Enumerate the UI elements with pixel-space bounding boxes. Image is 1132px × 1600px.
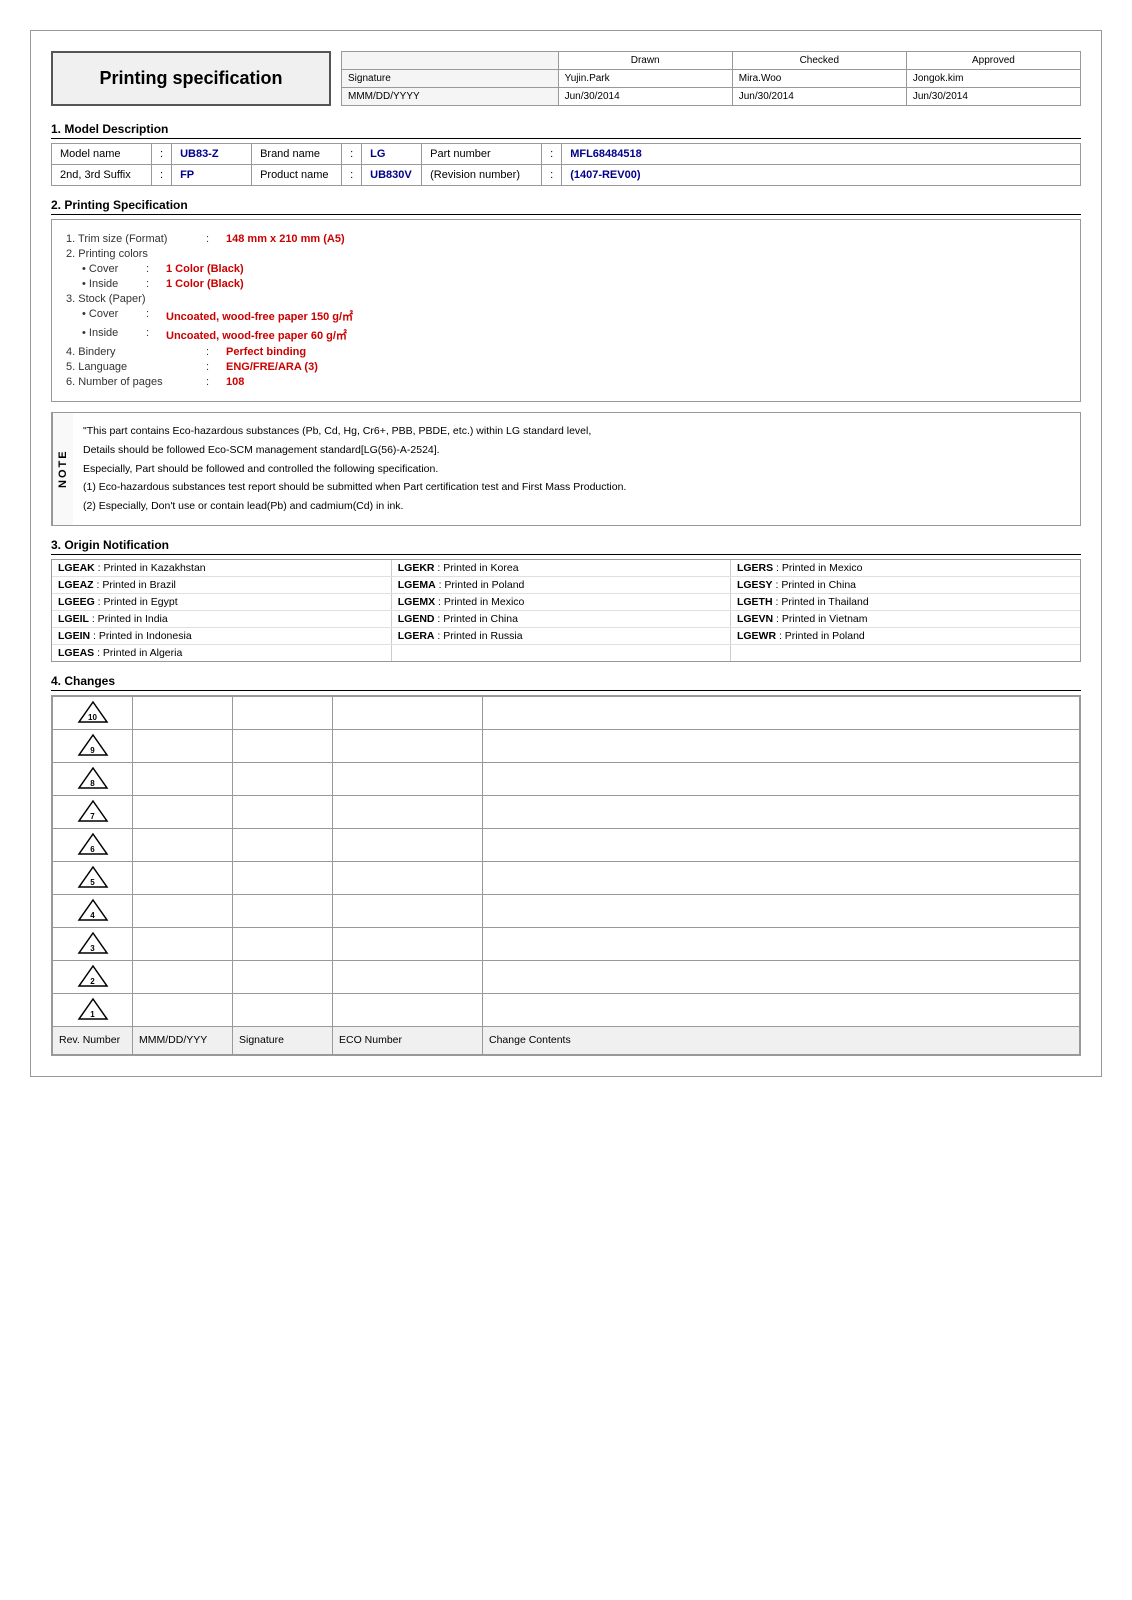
- origin-table: LGEAK : Printed in Kazakhstan LGEKR : Pr…: [52, 560, 1080, 661]
- origin-row: LGEAS : Printed in Algeria: [52, 644, 1080, 661]
- spec-row-cover-stock: • Cover : Uncoated, wood-free paper 150 …: [66, 308, 1066, 324]
- changes-row: 2: [53, 960, 1080, 993]
- header-info-table: Drawn Checked Approved Signature Yujin.P…: [341, 51, 1081, 106]
- origin-row: LGEAK : Printed in Kazakhstan LGEKR : Pr…: [52, 560, 1080, 577]
- origin-row: LGEEG : Printed in Egypt LGEMX : Printed…: [52, 593, 1080, 610]
- changes-col-rev: Rev. Number: [53, 1026, 133, 1054]
- header: Printing specification Drawn Checked App…: [51, 51, 1081, 106]
- spec-row-cover-color: • Cover : 1 Color (Black): [66, 263, 1066, 275]
- changes-table: 10 9 8 7 6 5 4 3: [52, 696, 1080, 1055]
- changes-col-contents: Change Contents: [483, 1026, 1080, 1054]
- changes-wrapper: 10 9 8 7 6 5 4 3: [51, 695, 1081, 1056]
- changes-footer-row: Rev. Number MMM/DD/YYY Signature ECO Num…: [53, 1026, 1080, 1054]
- spec-row-stock: 3. Stock (Paper): [66, 293, 1066, 305]
- changes-row: 8: [53, 762, 1080, 795]
- changes-row: 9: [53, 729, 1080, 762]
- section3-title: 3. Origin Notification: [51, 538, 1081, 555]
- section2-title: 2. Printing Specification: [51, 198, 1081, 215]
- changes-row: 1: [53, 993, 1080, 1026]
- changes-row: 10: [53, 696, 1080, 729]
- changes-row: 3: [53, 927, 1080, 960]
- origin-row: LGEIN : Printed in Indonesia LGERA : Pri…: [52, 627, 1080, 644]
- spec-row-pages: 6. Number of pages : 108: [66, 376, 1066, 388]
- origin-row: LGEAZ : Printed in Brazil LGEMA : Printe…: [52, 576, 1080, 593]
- note-side-label: NOTE: [52, 413, 73, 525]
- changes-row: 5: [53, 861, 1080, 894]
- spec-row-language: 5. Language : ENG/FRE/ARA (3): [66, 361, 1066, 373]
- spec-row-inside-color: • Inside : 1 Color (Black): [66, 278, 1066, 290]
- note-content: "This part contains Eco-hazardous substa…: [73, 413, 1080, 525]
- origin-table-wrapper: LGEAK : Printed in Kazakhstan LGEKR : Pr…: [51, 559, 1081, 662]
- origin-row: LGEIL : Printed in India LGEND : Printed…: [52, 610, 1080, 627]
- spec-row-printing-colors: 2. Printing colors: [66, 248, 1066, 260]
- changes-col-date: MMM/DD/YYY: [133, 1026, 233, 1054]
- section4-title: 4. Changes: [51, 674, 1081, 691]
- changes-row: 6: [53, 828, 1080, 861]
- spec-row-bindery: 4. Bindery : Perfect binding: [66, 346, 1066, 358]
- section1-title: 1. Model Description: [51, 122, 1081, 139]
- page: Printing specification Drawn Checked App…: [30, 30, 1102, 1077]
- spec-row-inside-stock: • Inside : Uncoated, wood-free paper 60 …: [66, 327, 1066, 343]
- spec-box: 1. Trim size (Format) : 148 mm x 210 mm …: [51, 219, 1081, 402]
- spec-row-trim: 1. Trim size (Format) : 148 mm x 210 mm …: [66, 233, 1066, 245]
- changes-col-sig: Signature: [233, 1026, 333, 1054]
- changes-row: 4: [53, 894, 1080, 927]
- document-title: Printing specification: [51, 51, 331, 106]
- note-box: NOTE "This part contains Eco-hazardous s…: [51, 412, 1081, 526]
- model-table: Model name : UB83-Z Brand name : LG Part…: [51, 143, 1081, 186]
- changes-col-eco: ECO Number: [333, 1026, 483, 1054]
- changes-row: 7: [53, 795, 1080, 828]
